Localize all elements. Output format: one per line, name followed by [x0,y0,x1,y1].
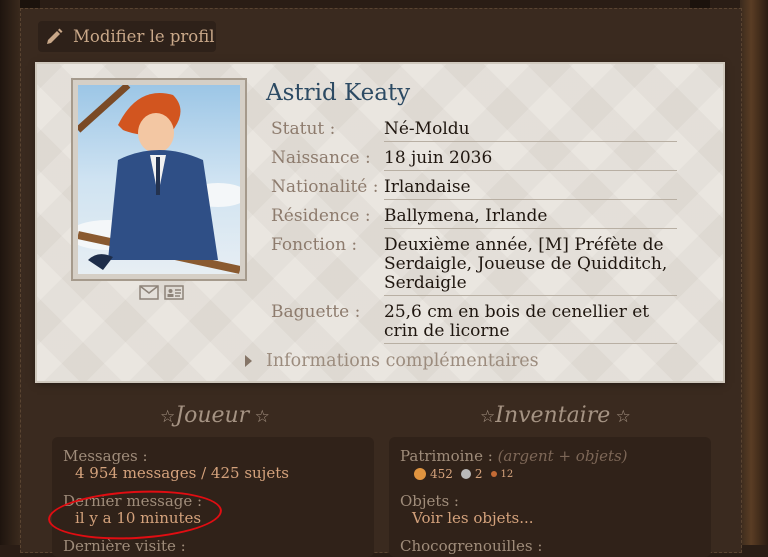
currency-row: 452 2 12 [414,467,513,481]
info-value: Irlandaise [384,174,677,200]
patrimoine-hint: (argent + objets) [497,447,628,465]
pencil-icon [47,28,63,44]
inventaire-panel: Patrimoine : (argent + objets) 452 2 12 … [389,437,711,557]
frame-rod [20,0,40,8]
avatar [78,85,240,274]
last-visit-label: Dernière visite : [63,537,186,555]
star-icon: ☆ [610,407,631,427]
profile-info: Statut : Né-Moldu Naissance : 18 juin 20… [271,116,677,344]
contact-card-icon[interactable] [164,285,184,300]
gold-coin-icon [414,468,426,480]
caret-right-icon [245,355,252,367]
edit-profile-label: Modifier le profil [73,27,215,46]
info-row-nationalite: Nationalité : Irlandaise [271,174,677,200]
frame-rod [690,0,710,8]
edit-profile-button[interactable]: Modifier le profil [38,21,216,52]
info-value: Deuxième année, [M] Préfète de Serdaigle… [384,232,677,296]
profile-card: Astrid Keaty Statut : Né-Moldu Naissance… [37,64,723,381]
patrimoine-label: Patrimoine : (argent + objets) [400,447,628,465]
info-row-residence: Résidence : Ballymena, Irlande [271,203,677,229]
info-label: Statut : [271,119,336,139]
character-name: Astrid Keaty [266,80,411,106]
info-label: Naissance : [271,148,371,168]
section-title-joueur: ☆Joueur ☆ [160,403,270,428]
star-icon: ☆ [160,407,176,427]
info-label: Résidence : [271,206,371,226]
envelope-icon[interactable] [139,285,159,300]
info-row-naissance: Naissance : 18 juin 2036 [271,145,677,171]
info-row-fonction: Fonction : Deuxième année, [M] Préfète d… [271,232,677,296]
silver-count: 2 [474,467,483,481]
avatar-illustration [78,85,240,274]
info-value: Né-Moldu [384,116,677,142]
contact-icons [139,285,184,300]
more-info-label: Informations complémentaires [266,351,539,371]
objets-link[interactable]: Voir les objets... [412,509,534,527]
info-row-baguette: Baguette : 25,6 cm en bois de cenellier … [271,299,677,344]
info-label: Baguette : [271,302,361,322]
silver-coin-icon [460,469,471,479]
background-right [740,0,768,545]
messages-label: Messages : [63,447,148,465]
info-value: 18 juin 2036 [384,145,677,171]
objets-label: Objets : [400,492,459,510]
bronze-count: 12 [500,468,514,480]
messages-value: 4 954 messages / 425 sujets [75,464,289,482]
chocogrenouilles-label: Chocogrenouilles : [400,537,543,555]
info-row-statut: Statut : Né-Moldu [271,116,677,142]
avatar-frame [71,78,247,281]
info-label: Fonction : [271,235,358,255]
bronze-coin-icon [490,471,497,477]
gold-count: 452 [430,467,453,481]
star-icon: ☆ [480,407,496,427]
section-title-inventaire: ☆Inventaire ☆ [480,403,631,428]
info-value: Ballymena, Irlande [384,203,677,229]
background-left [0,0,20,545]
more-info-toggle[interactable]: Informations complémentaires [245,351,539,371]
star-icon: ☆ [249,407,270,427]
info-value: 25,6 cm en bois de cenellier et crin de … [384,299,677,344]
info-label: Nationalité : [271,177,379,197]
